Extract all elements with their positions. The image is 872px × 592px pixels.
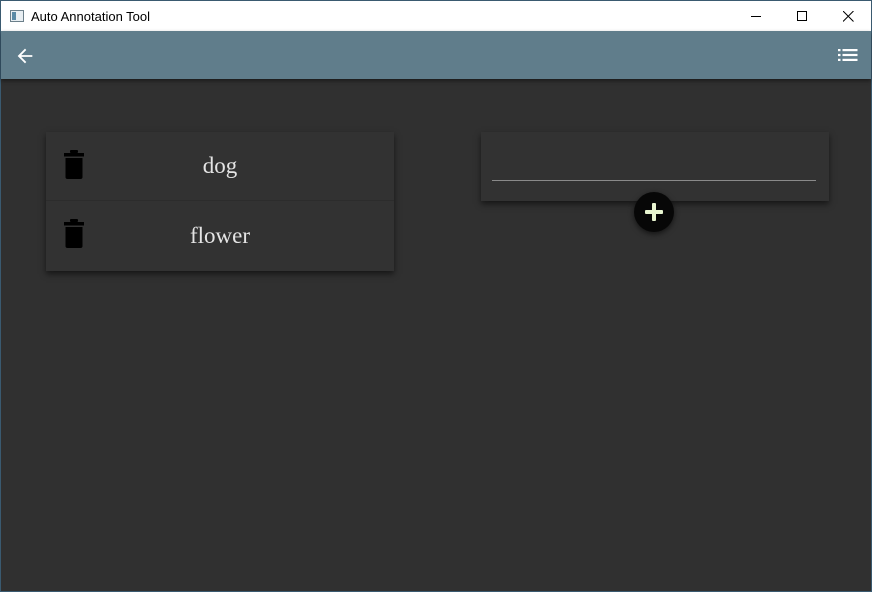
maximize-icon	[796, 10, 807, 21]
new-label-card	[481, 132, 829, 201]
back-button[interactable]	[14, 45, 36, 67]
format-list-icon	[838, 49, 858, 61]
title-bar: Auto Annotation Tool	[1, 1, 871, 31]
list-item: flower	[46, 201, 394, 271]
add-label-button[interactable]	[634, 192, 674, 232]
trash-icon	[64, 150, 84, 179]
minimize-icon	[750, 15, 761, 17]
window-title: Auto Annotation Tool	[31, 8, 151, 24]
app-icon	[10, 10, 24, 22]
close-button[interactable]	[825, 1, 871, 31]
trash-icon	[64, 219, 84, 248]
list-item: dog	[46, 132, 394, 201]
app-window: Auto Annotation Tool dog flower	[0, 0, 872, 592]
plus-icon	[645, 203, 663, 221]
delete-label-button[interactable]	[62, 219, 86, 249]
close-icon	[842, 10, 854, 22]
window-controls	[733, 1, 871, 31]
delete-label-button[interactable]	[62, 150, 86, 180]
label-name: flower	[189, 223, 251, 248]
label-name: dog	[202, 153, 238, 178]
arrow-back-icon	[17, 48, 33, 64]
list-view-button[interactable]	[838, 47, 858, 63]
app-bar	[1, 31, 871, 79]
new-label-input[interactable]	[492, 152, 816, 181]
label-list: dog flower	[46, 132, 394, 271]
minimize-button[interactable]	[733, 1, 779, 31]
maximize-button[interactable]	[779, 1, 825, 31]
